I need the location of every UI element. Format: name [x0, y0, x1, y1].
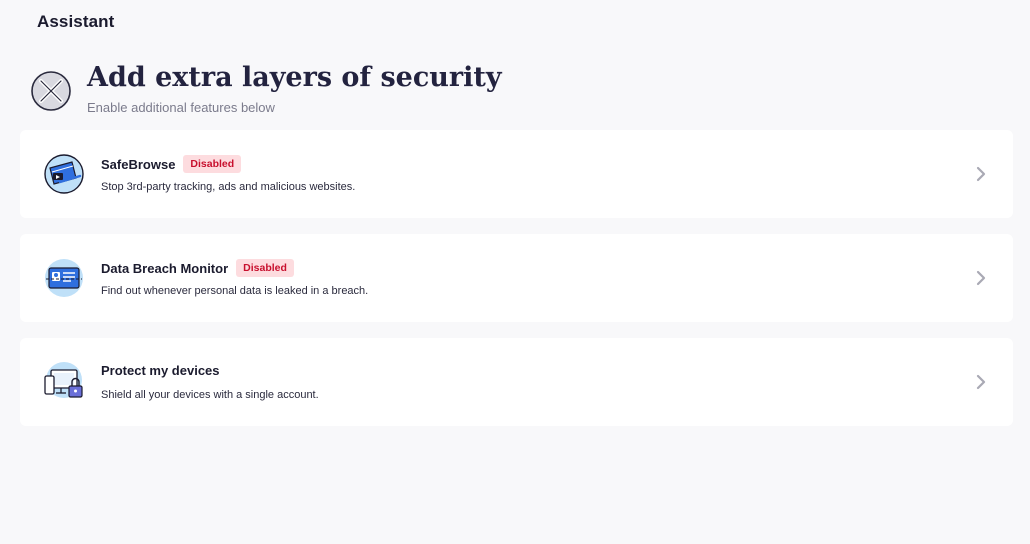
card-title: Protect my devices [101, 363, 220, 378]
devices-lock-icon [44, 362, 83, 398]
assistant-page: Assistant Add extra layers of security E… [0, 0, 1030, 544]
page-title: Add extra layers of security [87, 62, 502, 93]
card-title: SafeBrowse [101, 156, 176, 172]
feature-list: SafeBrowse Disabled Stop 3rd-party track… [20, 130, 1013, 442]
card-description: Shield all your devices with a single ac… [101, 389, 319, 401]
chevron-right-icon [976, 374, 986, 390]
app-title: Assistant [37, 12, 115, 31]
safebrowse-title-row: SafeBrowse Disabled [101, 155, 242, 173]
id-card-icon [45, 259, 83, 297]
data-breach-monitor-card[interactable]: Data Breach Monitor Disabled Find out wh… [20, 234, 1013, 322]
card-description: Stop 3rd-party tracking, ads and malicio… [101, 181, 356, 193]
safebrowse-card[interactable]: SafeBrowse Disabled Stop 3rd-party track… [20, 130, 1013, 218]
chevron-right-icon [976, 270, 986, 286]
status-badge: Disabled [236, 259, 294, 277]
page-subtitle: Enable additional features below [87, 100, 275, 115]
chevron-right-icon [976, 166, 986, 182]
protect-devices-title-row: Protect my devices [101, 363, 220, 378]
protect-devices-card[interactable]: Protect my devices Shield all your devic… [20, 338, 1013, 426]
card-title: Data Breach Monitor [101, 260, 229, 276]
safebrowse-icon [44, 154, 84, 194]
data-breach-title-row: Data Breach Monitor Disabled [101, 259, 294, 277]
status-badge: Disabled [183, 155, 242, 173]
card-description: Find out whenever personal data is leake… [101, 285, 369, 297]
tools-icon [31, 71, 71, 111]
